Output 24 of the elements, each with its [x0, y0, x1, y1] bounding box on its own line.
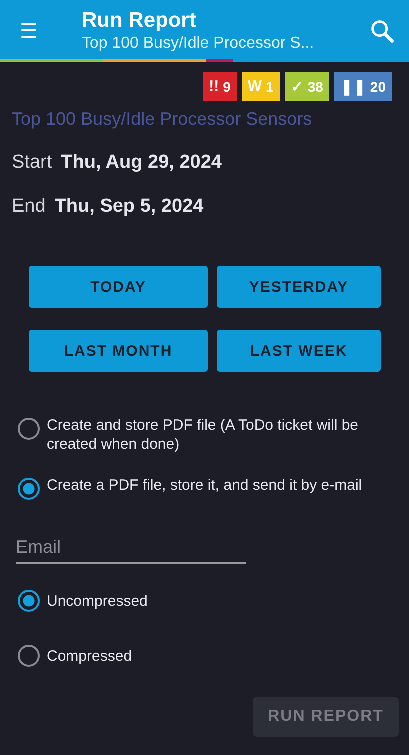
radio-button[interactable] [18, 478, 40, 500]
report-name: Top 100 Busy/Idle Processor Sensors [11, 108, 314, 130]
date-range-button[interactable]: LAST WEEK [217, 330, 381, 372]
option-label[interactable]: Create a PDF file, store it, and send it by e-mail [47, 476, 362, 495]
date-range-button[interactable]: TODAY [29, 266, 208, 308]
status-badge[interactable]: !! 9 [203, 72, 237, 101]
end-date[interactable]: Thu, Sep 5, 2024 [54, 196, 204, 218]
end-label: End [12, 196, 46, 218]
option-label[interactable]: Create and store PDF file (A ToDo ticket will be created when done) [47, 416, 397, 454]
start-date[interactable]: Thu, Aug 29, 2024 [61, 152, 222, 174]
search-icon[interactable] [369, 18, 395, 44]
email-field[interactable]: Email [16, 532, 246, 564]
screen-title: Run Report [82, 9, 198, 33]
status-badge[interactable]: ❚❚ 20 [334, 72, 392, 101]
date-range-button[interactable]: LAST MONTH [29, 330, 208, 372]
radio-button[interactable] [18, 645, 40, 667]
radio-button[interactable] [18, 590, 40, 612]
option-label[interactable]: Compressed [47, 646, 132, 666]
radio-button[interactable] [18, 418, 40, 440]
date-range-button[interactable]: YESTERDAY [217, 266, 381, 308]
screen-subtitle: Top 100 Busy/Idle Processor S... [82, 35, 316, 53]
start-label: Start [12, 152, 52, 174]
menu-icon[interactable]: ☰ [0, 18, 58, 44]
option-label[interactable]: Uncompressed [47, 592, 148, 610]
